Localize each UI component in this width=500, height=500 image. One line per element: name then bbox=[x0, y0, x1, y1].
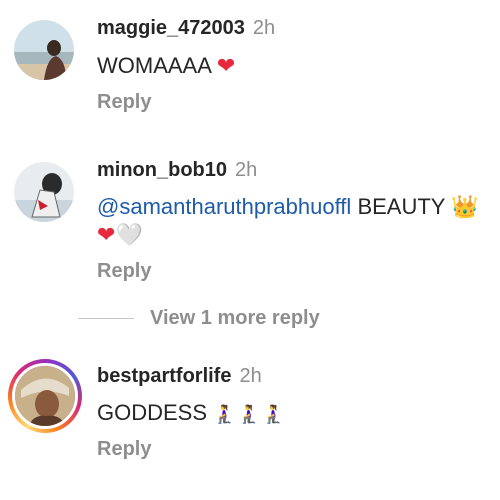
heart-icon: ❤ bbox=[97, 222, 116, 247]
comment-text: @samantharuthprabhuoffl BEAUTY 👑 ❤🤍 bbox=[97, 193, 492, 249]
timestamp: 2h bbox=[252, 17, 276, 39]
timestamp: 2h bbox=[235, 159, 258, 181]
avatar[interactable] bbox=[14, 20, 74, 80]
timestamp: 2h bbox=[239, 365, 262, 387]
comment-text: GODDESS 🧎‍♀️🧎‍♀️🧎‍♀️ bbox=[97, 399, 492, 428]
mention-link[interactable]: @samantharuthprabhuoffl bbox=[97, 194, 351, 219]
comment-text: WOMAAAA ❤ bbox=[97, 52, 492, 80]
username[interactable]: bestpartforlife bbox=[97, 365, 231, 387]
white-heart-icon: 🤍 bbox=[115, 222, 143, 247]
avatar[interactable] bbox=[14, 162, 74, 222]
avatar-anime-photo bbox=[14, 162, 74, 222]
comment-meta: maggie_472003 2h bbox=[97, 16, 275, 40]
crown-icon: 👑 bbox=[451, 194, 479, 219]
view-more-label[interactable]: View 1 more reply bbox=[150, 306, 320, 330]
comment-body: WOMAAAA bbox=[97, 53, 211, 78]
comment-meta: bestpartforlife 2h bbox=[97, 364, 262, 388]
reply-button[interactable]: Reply bbox=[97, 90, 151, 114]
avatar bbox=[12, 363, 78, 429]
kneeling-person-icon: 🧎‍♀️🧎‍♀️🧎‍♀️ bbox=[213, 404, 287, 424]
avatar-portrait-photo bbox=[15, 366, 75, 426]
avatar-story-ring[interactable] bbox=[8, 359, 82, 433]
username[interactable]: minon_bob10 bbox=[97, 159, 227, 181]
avatar-beach-photo bbox=[14, 20, 74, 80]
divider-line bbox=[78, 318, 134, 319]
comment-body: GODDESS bbox=[97, 400, 208, 425]
username[interactable]: maggie_472003 bbox=[97, 17, 245, 39]
heart-icon: ❤ bbox=[216, 53, 236, 78]
reply-button[interactable]: Reply bbox=[97, 259, 151, 283]
reply-button[interactable]: Reply bbox=[97, 437, 151, 461]
comment-meta: minon_bob10 2h bbox=[97, 158, 257, 182]
comment-body: BEAUTY bbox=[357, 194, 446, 219]
